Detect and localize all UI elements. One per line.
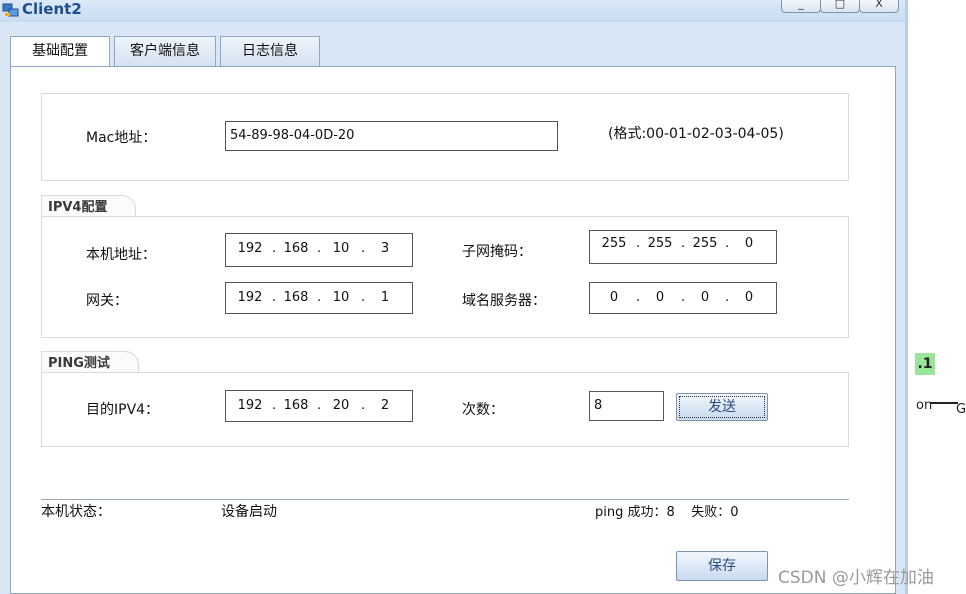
- subnet-mask-label: 子网掩码：: [462, 244, 532, 260]
- ip-octet: 255: [647, 236, 673, 251]
- ip-octet: 192: [237, 241, 263, 256]
- gateway-label: 网关：: [86, 293, 128, 309]
- ip-octet: 0: [744, 236, 754, 251]
- tab-basic-config[interactable]: 基础配置: [10, 36, 110, 67]
- client-app-icon: [2, 2, 20, 18]
- ip-octet: 10: [332, 290, 350, 305]
- port-label-g: G: [956, 402, 966, 417]
- port-label: on: [916, 398, 933, 413]
- tab-content: Mac地址： 54-89-98-04-0D-20 (格式:00-01-02-03…: [10, 66, 896, 594]
- ip-octet: 168: [283, 398, 309, 413]
- ping-count-input[interactable]: 8: [589, 391, 664, 421]
- network-label-badge: .1: [915, 353, 935, 375]
- window-title: Client2: [22, 0, 82, 18]
- save-button[interactable]: 保存: [676, 551, 768, 581]
- ip-octet: 0: [744, 290, 754, 305]
- ip-octet: 10: [332, 241, 350, 256]
- ip-octet: 1: [380, 290, 390, 305]
- subnet-mask-input[interactable]: 255. 255. 255. 0: [589, 230, 777, 264]
- ipv4-group-title: IPV4配置: [41, 195, 137, 217]
- link-line: [930, 402, 958, 404]
- ip-octet: 255: [601, 236, 627, 251]
- local-address-input[interactable]: 192. 168. 10. 3: [225, 233, 413, 267]
- ip-octet: 168: [283, 290, 309, 305]
- dns-server-input[interactable]: 0. 0. 0. 0: [589, 282, 777, 314]
- ip-octet: 192: [237, 290, 263, 305]
- client-window: Client2 _ □ X 基础配置 客户端信息 日志信息 Mac地址： 54-…: [0, 0, 908, 594]
- local-address-label: 本机地址：: [86, 247, 156, 263]
- device-status-value: 设备启动: [221, 504, 277, 520]
- ip-octet: 3: [380, 241, 390, 256]
- mac-input[interactable]: 54-89-98-04-0D-20: [225, 121, 558, 151]
- ip-octet: 255: [692, 236, 718, 251]
- gateway-input[interactable]: 192. 168. 10. 1: [225, 282, 413, 314]
- minimize-button[interactable]: _: [781, 0, 821, 13]
- ip-octet: 0: [655, 290, 665, 305]
- csdn-watermark: CSDN @小辉在加油: [778, 568, 934, 588]
- ip-octet: 20: [332, 398, 350, 413]
- ip-octet: 168: [283, 241, 309, 256]
- ping-group-title: PING测试: [41, 351, 139, 373]
- dest-ipv4-label: 目的IPV4：: [86, 402, 160, 418]
- ip-octet: 2: [380, 398, 390, 413]
- dest-ipv4-input[interactable]: 192. 168. 20. 2: [225, 390, 413, 422]
- ping-count-label: 次数：: [462, 402, 504, 418]
- maximize-button[interactable]: □: [820, 0, 860, 13]
- ping-panel: 目的IPV4： 192. 168. 20. 2 次数： 8 发送: [41, 372, 849, 447]
- close-button[interactable]: X: [859, 0, 899, 13]
- ping-result: ping 成功：8 失败：0: [595, 505, 739, 520]
- device-status-label: 本机状态：: [41, 504, 111, 520]
- mac-label: Mac地址：: [86, 130, 157, 146]
- title-bar[interactable]: Client2 _ □ X: [0, 0, 905, 22]
- mac-format-hint: (格式:00-01-02-03-04-05): [608, 126, 784, 142]
- mac-panel: Mac地址： 54-89-98-04-0D-20 (格式:00-01-02-03…: [41, 93, 849, 181]
- status-divider: [41, 499, 849, 500]
- dns-server-label: 域名服务器：: [462, 293, 546, 309]
- ip-octet: 0: [609, 290, 619, 305]
- ipv4-panel: 本机地址： 192. 168. 10. 3 子网掩码： 255. 255. 25…: [41, 216, 849, 338]
- send-button[interactable]: 发送: [676, 393, 768, 421]
- tab-log-info[interactable]: 日志信息: [220, 36, 320, 66]
- ip-octet: 0: [700, 290, 710, 305]
- tab-client-info[interactable]: 客户端信息: [114, 36, 216, 66]
- ip-octet: 192: [237, 398, 263, 413]
